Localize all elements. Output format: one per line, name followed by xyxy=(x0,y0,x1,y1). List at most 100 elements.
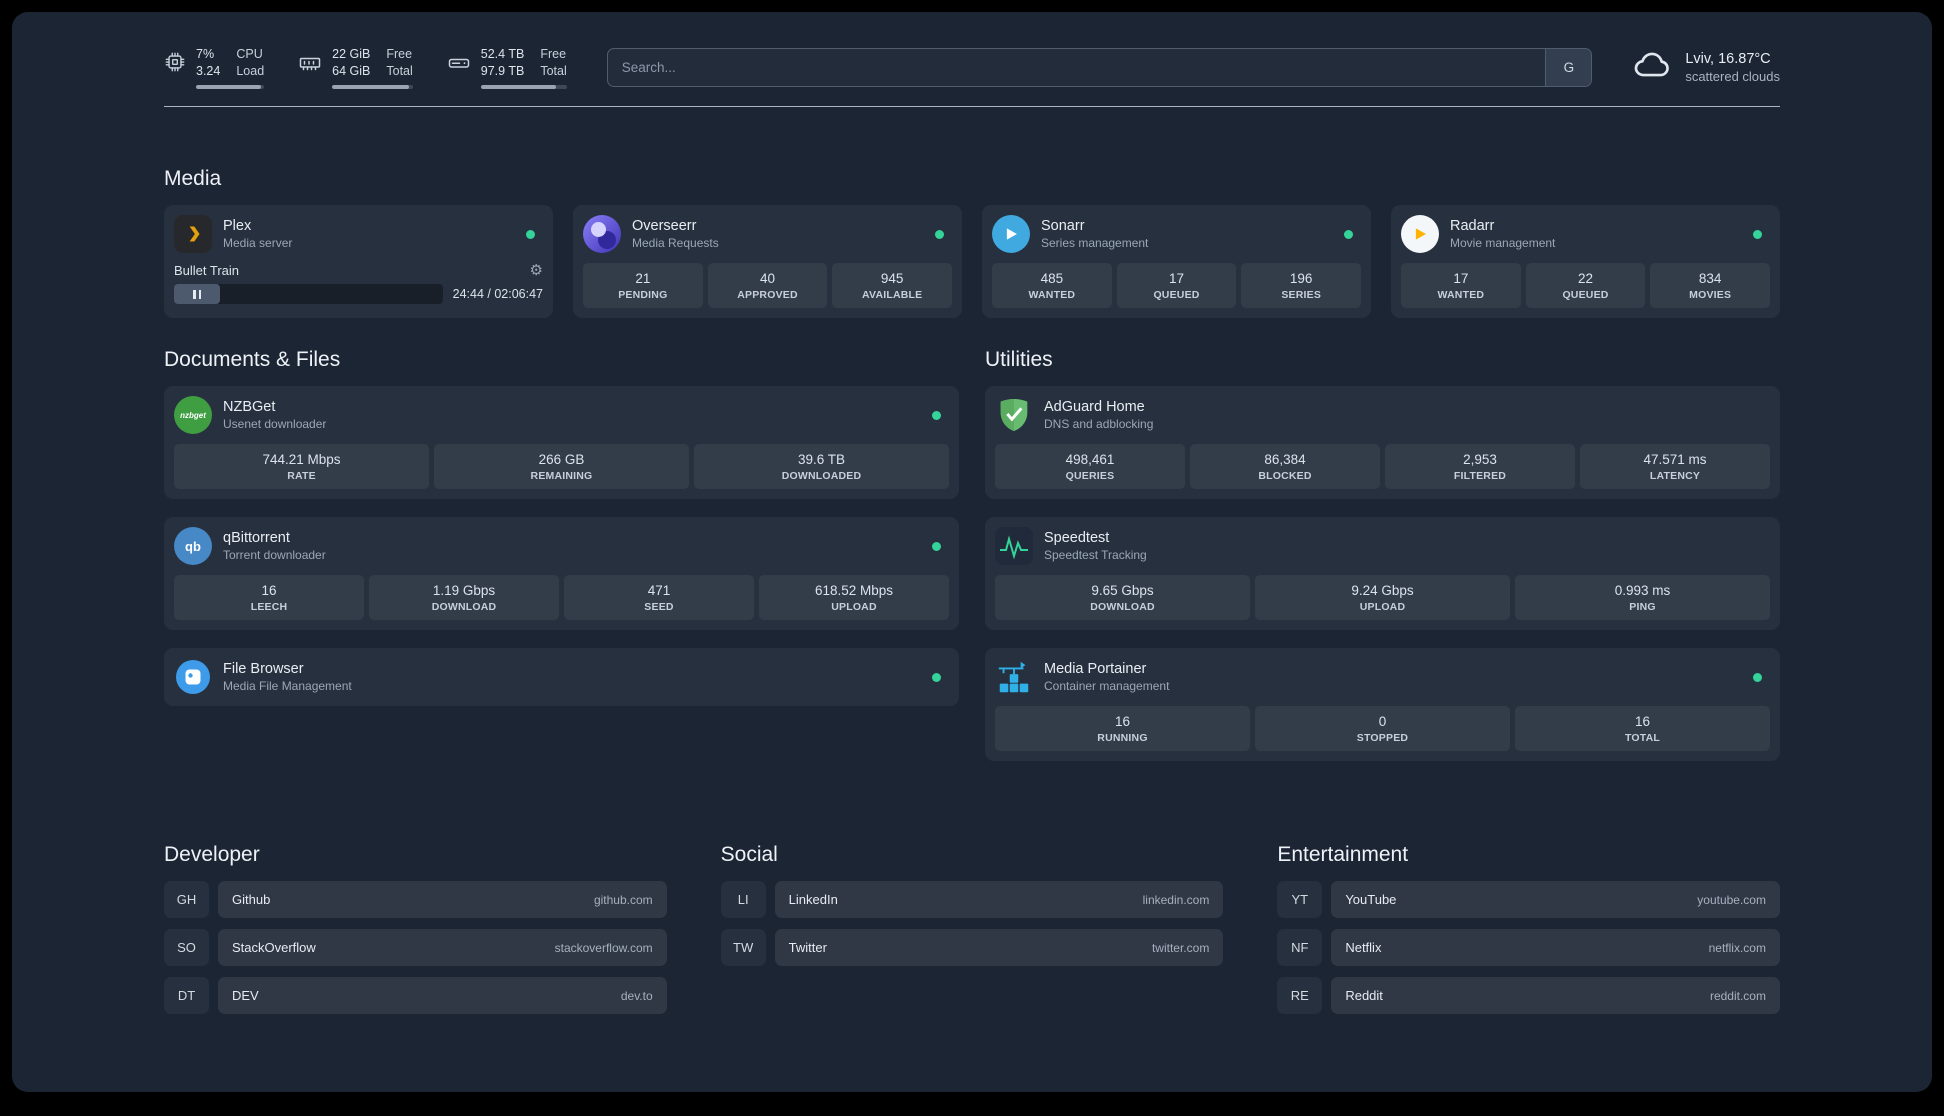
bookmark-group-entertainment: Entertainment YT YouTube youtube.com NF N… xyxy=(1277,843,1780,1025)
status-dot xyxy=(1753,229,1762,239)
memory-free-value: 22 GiB xyxy=(332,46,371,61)
disk-free-value: 52.4 TB xyxy=(480,46,525,61)
status-dot xyxy=(1344,229,1353,239)
bookmark-abbr: GH xyxy=(164,881,209,918)
status-dot xyxy=(932,410,941,420)
bookmark-netflix[interactable]: NF Netflix netflix.com xyxy=(1277,929,1780,966)
section-title-entertainment: Entertainment xyxy=(1277,843,1409,866)
memory-free-label: Free xyxy=(386,46,413,61)
stat-wanted: 17 WANTED xyxy=(1401,263,1521,308)
service-description: Container management xyxy=(1044,679,1170,693)
service-description: Media File Management xyxy=(223,679,352,693)
service-card-speedtest[interactable]: Speedtest Speedtest Tracking 9.65 Gbps D… xyxy=(985,517,1780,630)
stat-downloaded: 39.6 TB DOWNLOADED xyxy=(694,444,949,489)
radarr-icon xyxy=(1401,215,1439,253)
stat-upload: 618.52 Mbps UPLOAD xyxy=(759,575,949,620)
disk-free-label: Free xyxy=(540,46,567,61)
service-name: NZBGet xyxy=(223,399,276,415)
bookmark-group-developer: Developer GH Github github.com SO StackOv… xyxy=(164,843,667,1025)
section-documents: Documents & Files nzbget NZBGet Usenet d… xyxy=(164,348,959,724)
weather-condition: scattered clouds xyxy=(1685,68,1780,84)
stat-blocked: 86,384 BLOCKED xyxy=(1190,444,1380,489)
qbittorrent-icon: qb xyxy=(174,527,212,565)
service-description: Series management xyxy=(1041,236,1149,250)
service-description: Media Requests xyxy=(632,236,719,250)
service-description: Media server xyxy=(223,236,293,250)
bookmark-stackoverflow[interactable]: SO StackOverflow stackoverflow.com xyxy=(164,929,667,966)
weather-location: Lviv, 16.87°C xyxy=(1685,50,1771,67)
sonarr-icon xyxy=(992,215,1030,253)
section-utilities: Utilities AdGuard Home DNS and adblockin… xyxy=(985,348,1780,779)
bookmark-abbr: SO xyxy=(164,929,209,966)
service-card-plex[interactable]: Plex Media server Bullet Train ⚙ 24:44 /… xyxy=(164,205,553,318)
stat-latency: 47.571 ms LATENCY xyxy=(1580,444,1770,489)
section-title-social: Social xyxy=(720,843,778,866)
bookmark-linkedin[interactable]: LI LinkedIn linkedin.com xyxy=(720,881,1224,918)
section-media: Media Plex Media server Bullet Train ⚙ 2… xyxy=(164,167,1780,318)
status-dot xyxy=(932,672,941,682)
stat-download: 9.65 Gbps DOWNLOAD xyxy=(995,575,1250,620)
service-card-filebrowser[interactable]: File Browser Media File Management xyxy=(164,648,959,706)
service-name: qBittorrent xyxy=(223,530,290,546)
service-name: Plex xyxy=(223,218,252,234)
bookmark-reddit[interactable]: RE Reddit reddit.com xyxy=(1277,977,1780,1014)
bookmark-group-social: Social LI LinkedIn linkedin.com TW Twitte… xyxy=(720,843,1224,1025)
service-card-adguard[interactable]: AdGuard Home DNS and adblocking 498,461 … xyxy=(985,386,1780,499)
gear-icon[interactable]: ⚙ xyxy=(530,263,543,278)
stat-upload: 9.24 Gbps UPLOAD xyxy=(1255,575,1510,620)
bookmark-youtube[interactable]: YT YouTube youtube.com xyxy=(1277,881,1780,918)
service-card-portainer[interactable]: Media Portainer Container management 16 … xyxy=(985,648,1780,761)
stat-download: 1.19 Gbps DOWNLOAD xyxy=(369,575,559,620)
search-input[interactable] xyxy=(607,48,1546,86)
nzbget-icon: nzbget xyxy=(174,396,212,434)
stat-pending: 21 PENDING xyxy=(583,263,703,308)
service-name: File Browser xyxy=(223,661,304,677)
stat-ping: 0.993 ms PING xyxy=(1515,575,1770,620)
service-card-overseerr[interactable]: Overseerr Media Requests 21 PENDING 40 A… xyxy=(573,205,962,318)
status-dot xyxy=(1753,672,1762,682)
cpu-chip-icon xyxy=(164,51,186,78)
plex-icon xyxy=(174,215,212,253)
seek-bar[interactable] xyxy=(174,284,443,304)
bookmark-abbr: TW xyxy=(720,929,766,966)
service-description: Usenet downloader xyxy=(223,417,327,431)
service-description: Speedtest Tracking xyxy=(1044,548,1147,562)
section-title-media: Media xyxy=(164,167,222,190)
status-dot xyxy=(526,229,535,239)
bookmark-dev[interactable]: DT DEV dev.to xyxy=(164,977,667,1014)
service-card-radarr[interactable]: Radarr Movie management 17 WANTED 22 QUE… xyxy=(1391,205,1780,318)
weather-widget[interactable]: Lviv, 16.87°C scattered clouds xyxy=(1632,49,1780,85)
stat-queued: 22 QUEUED xyxy=(1525,263,1646,308)
stat-queries: 498,461 QUERIES xyxy=(995,444,1185,489)
speedtest-icon xyxy=(995,527,1033,565)
now-playing-title: Bullet Train xyxy=(174,263,240,278)
bookmark-github[interactable]: GH Github github.com xyxy=(164,881,667,918)
service-description: Movie management xyxy=(1450,236,1556,250)
service-name: Radarr xyxy=(1450,218,1495,234)
memory-total-value: 64 GiB xyxy=(332,64,371,78)
plex-now-playing: Bullet Train ⚙ 24:44 / 02:06:47 xyxy=(174,263,543,304)
stat-movies: 834 MOVIES xyxy=(1650,263,1771,308)
search-provider-button[interactable]: G xyxy=(1545,48,1592,86)
section-title-utilities: Utilities xyxy=(985,348,1053,371)
service-card-sonarr[interactable]: Sonarr Series management 485 WANTED 17 Q… xyxy=(982,205,1371,318)
header-divider xyxy=(164,106,1780,107)
service-card-qbittorrent[interactable]: qb qBittorrent Torrent downloader 16 LEE… xyxy=(164,517,959,630)
stat-series: 196 SERIES xyxy=(1241,263,1362,308)
stat-total: 16 TOTAL xyxy=(1515,706,1770,751)
stat-running: 16 RUNNING xyxy=(995,706,1250,751)
service-name: AdGuard Home xyxy=(1044,399,1145,415)
cpu-progress-bar xyxy=(196,84,265,89)
cpu-load-value: 3.24 xyxy=(196,64,221,78)
bookmark-abbr: NF xyxy=(1277,929,1323,966)
stat-stopped: 0 STOPPED xyxy=(1255,706,1510,751)
stat-available: 945 AVAILABLE xyxy=(832,263,953,308)
memory-progress-bar xyxy=(332,84,413,89)
disk-icon xyxy=(447,51,471,80)
section-title-developer: Developer xyxy=(164,843,260,866)
pause-button[interactable] xyxy=(174,284,220,304)
service-card-nzbget[interactable]: nzbget NZBGet Usenet downloader 744.21 M… xyxy=(164,386,959,499)
bookmark-twitter[interactable]: TW Twitter twitter.com xyxy=(720,929,1224,966)
service-description: DNS and adblocking xyxy=(1044,417,1154,431)
service-name: Overseerr xyxy=(632,218,697,234)
